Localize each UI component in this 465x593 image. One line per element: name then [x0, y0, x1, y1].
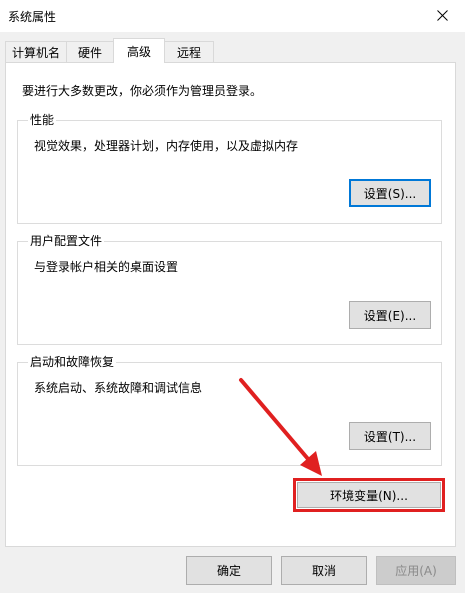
startup-recovery-group-title: 启动和故障恢复	[28, 354, 117, 370]
cancel-button[interactable]: 取消	[281, 556, 367, 585]
close-button[interactable]	[419, 0, 465, 30]
tab-remote[interactable]: 远程	[164, 41, 214, 62]
performance-group: 性能 视觉效果，处理器计划，内存使用，以及虚拟内存 设置(S)...	[17, 112, 442, 224]
tab-hardware[interactable]: 硬件	[66, 41, 114, 62]
annotation-highlight-box	[293, 478, 445, 512]
tab-advanced[interactable]: 高级	[113, 38, 165, 63]
performance-group-title: 性能	[28, 112, 57, 128]
user-profiles-settings-button[interactable]: 设置(E)...	[349, 301, 431, 329]
apply-button[interactable]: 应用(A)	[376, 556, 456, 585]
user-profiles-group-title: 用户配置文件	[28, 233, 105, 249]
performance-settings-button[interactable]: 设置(S)...	[349, 179, 431, 207]
startup-recovery-description: 系统启动、系统故障和调试信息	[34, 381, 203, 395]
admin-note: 要进行大多数更改，你必须作为管理员登录。	[22, 84, 263, 98]
close-icon	[436, 9, 448, 21]
tab-strip: 计算机名 硬件 高级 远程	[5, 38, 455, 63]
startup-recovery-settings-button[interactable]: 设置(T)...	[349, 422, 431, 450]
user-profiles-description: 与登录帐户相关的桌面设置	[34, 260, 179, 274]
user-profiles-group: 用户配置文件 与登录帐户相关的桌面设置 设置(E)...	[17, 233, 442, 345]
tab-computer-name[interactable]: 计算机名	[5, 41, 67, 62]
performance-description: 视觉效果，处理器计划，内存使用，以及虚拟内存	[34, 139, 299, 153]
system-properties-window: 系统属性 计算机名 硬件 高级 远程 要进行大多数更改，你必须作为管理员登录。 …	[0, 0, 465, 593]
startup-recovery-group: 启动和故障恢复 系统启动、系统故障和调试信息 设置(T)...	[17, 354, 442, 466]
window-title: 系统属性	[8, 10, 57, 24]
ok-button[interactable]: 确定	[186, 556, 272, 585]
title-bar: 系统属性	[0, 0, 465, 32]
